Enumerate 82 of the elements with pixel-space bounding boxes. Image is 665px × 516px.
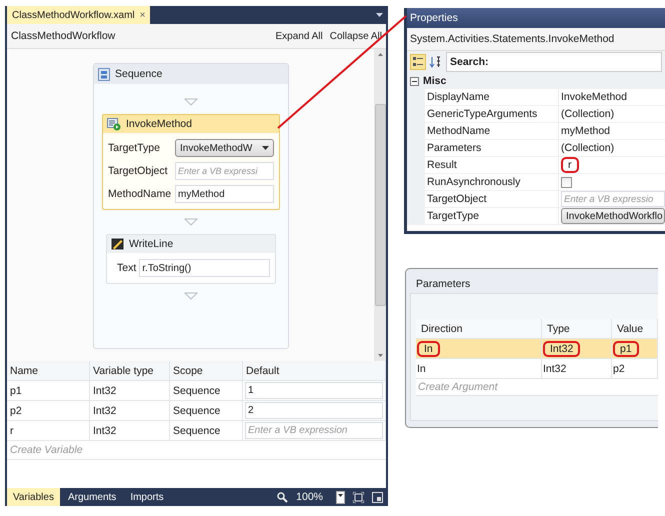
property-value: myMethod (561, 125, 610, 137)
collapse-icon[interactable] (410, 76, 419, 86)
table-cell: r (7, 421, 90, 441)
property-name: RunAsynchronously (425, 174, 558, 191)
dialog-title: Parameters (416, 278, 470, 290)
fit-screen-icon[interactable] (350, 492, 367, 502)
table-cell: p1 (7, 381, 90, 401)
search-field[interactable]: Search: (446, 52, 662, 72)
field-label: TargetObject (108, 165, 169, 177)
drop-target-icon (184, 292, 198, 300)
document-tab[interactable]: ClassMethodWorkflow.xaml × (7, 6, 150, 24)
dropdown-icon[interactable] (333, 490, 348, 504)
sequence-icon (98, 68, 110, 80)
property-value: r (561, 157, 578, 173)
overview-icon[interactable] (369, 492, 386, 502)
caret-icon (262, 146, 269, 150)
breadcrumb[interactable]: ClassMethodWorkflow (11, 30, 116, 42)
property-name: Result (425, 157, 558, 174)
scrollbar[interactable] (374, 49, 386, 361)
field-label: MethodName (108, 188, 172, 200)
sequence-activity[interactable]: Sequence InvokeMethod TargetType InvokeMethodW TargetObject Enter a VB expressi MethodName myMethod WriteLine Text r.ToString() (93, 63, 289, 349)
input-field[interactable]: Enter a VB expressio (561, 191, 665, 207)
property-name: Parameters (425, 140, 558, 157)
drop-target-icon (184, 218, 198, 226)
property-value: InvokeMethod (561, 91, 627, 103)
property-name: DisplayName (425, 89, 558, 106)
table-cell: Sequence (170, 401, 243, 421)
activity-title: InvokeMethod (126, 118, 192, 130)
pen-icon (111, 238, 124, 250)
column-header: Scope (170, 361, 243, 381)
activity-card[interactable]: WriteLine Text r.ToString() (106, 234, 276, 284)
scroll-up-icon[interactable] (378, 53, 382, 56)
table-cell: Int32 (90, 381, 170, 401)
input-field[interactable]: 1 (245, 382, 383, 399)
field-label: Text (116, 262, 136, 274)
column-header: Name (7, 361, 90, 381)
property-name: GenericTypeArguments (425, 106, 558, 123)
column-header: Variable type (90, 361, 170, 381)
activity-title: WriteLine (129, 238, 174, 250)
bottom-tab[interactable]: Arguments (62, 488, 122, 506)
input-field[interactable]: myMethod (175, 185, 274, 203)
property-value: (Collection) (561, 108, 614, 120)
property-name: TargetObject (425, 191, 558, 208)
window-title: Properties (410, 12, 458, 24)
input-field[interactable]: Enter a VB expressi (175, 162, 274, 180)
table-cell: Sequence (170, 381, 243, 401)
activity-title: Sequence (115, 68, 162, 80)
zoom-level: 100% (295, 491, 324, 503)
field-label: TargetType (108, 142, 161, 154)
column-header: Type (542, 319, 612, 339)
column-header: Value (612, 319, 658, 339)
checkbox[interactable] (561, 176, 572, 188)
input-field[interactable]: 2 (245, 402, 383, 419)
scroll-down-icon[interactable] (378, 354, 382, 357)
drop-target-icon (184, 98, 198, 106)
table-cell: Int32 (90, 401, 170, 421)
input-field[interactable]: Enter a VB expression (245, 422, 383, 439)
search-icon[interactable] (277, 492, 288, 502)
column-header: Default (243, 361, 386, 381)
table-cell: p2 (7, 401, 90, 421)
sort-icon[interactable] (429, 55, 443, 69)
caret-icon[interactable] (376, 13, 383, 17)
property-value: (Collection) (561, 142, 614, 154)
table-cell: Int32 (90, 421, 170, 441)
input-field[interactable]: r.ToString() (139, 259, 270, 277)
table-cell[interactable]: In (416, 339, 542, 359)
categorized-icon[interactable] (410, 54, 426, 70)
property-name: TargetType (425, 208, 558, 225)
property-name: MethodName (425, 123, 558, 140)
table-cell[interactable]: p1 (612, 339, 658, 359)
type-name: System.Activities.Statements.InvokeMethod (410, 33, 614, 45)
column-header: Direction (416, 319, 542, 339)
dropdown-field[interactable]: InvokeMethodW (175, 139, 274, 157)
method-icon (107, 118, 121, 130)
category-label: Misc (423, 75, 446, 87)
table-cell: Sequence (170, 421, 243, 441)
dropdown-field[interactable]: InvokeMethodWorkflo (561, 208, 665, 224)
bottom-tab[interactable]: Variables (7, 488, 60, 506)
table-cell[interactable]: Int32 (542, 339, 612, 359)
bottom-tab[interactable]: Imports (124, 488, 170, 506)
activity-card[interactable]: InvokeMethod TargetType InvokeMethodW TargetObject Enter a VB expressi MethodName myMethod (102, 114, 280, 210)
toolbar-link[interactable]: Expand All (275, 30, 323, 42)
